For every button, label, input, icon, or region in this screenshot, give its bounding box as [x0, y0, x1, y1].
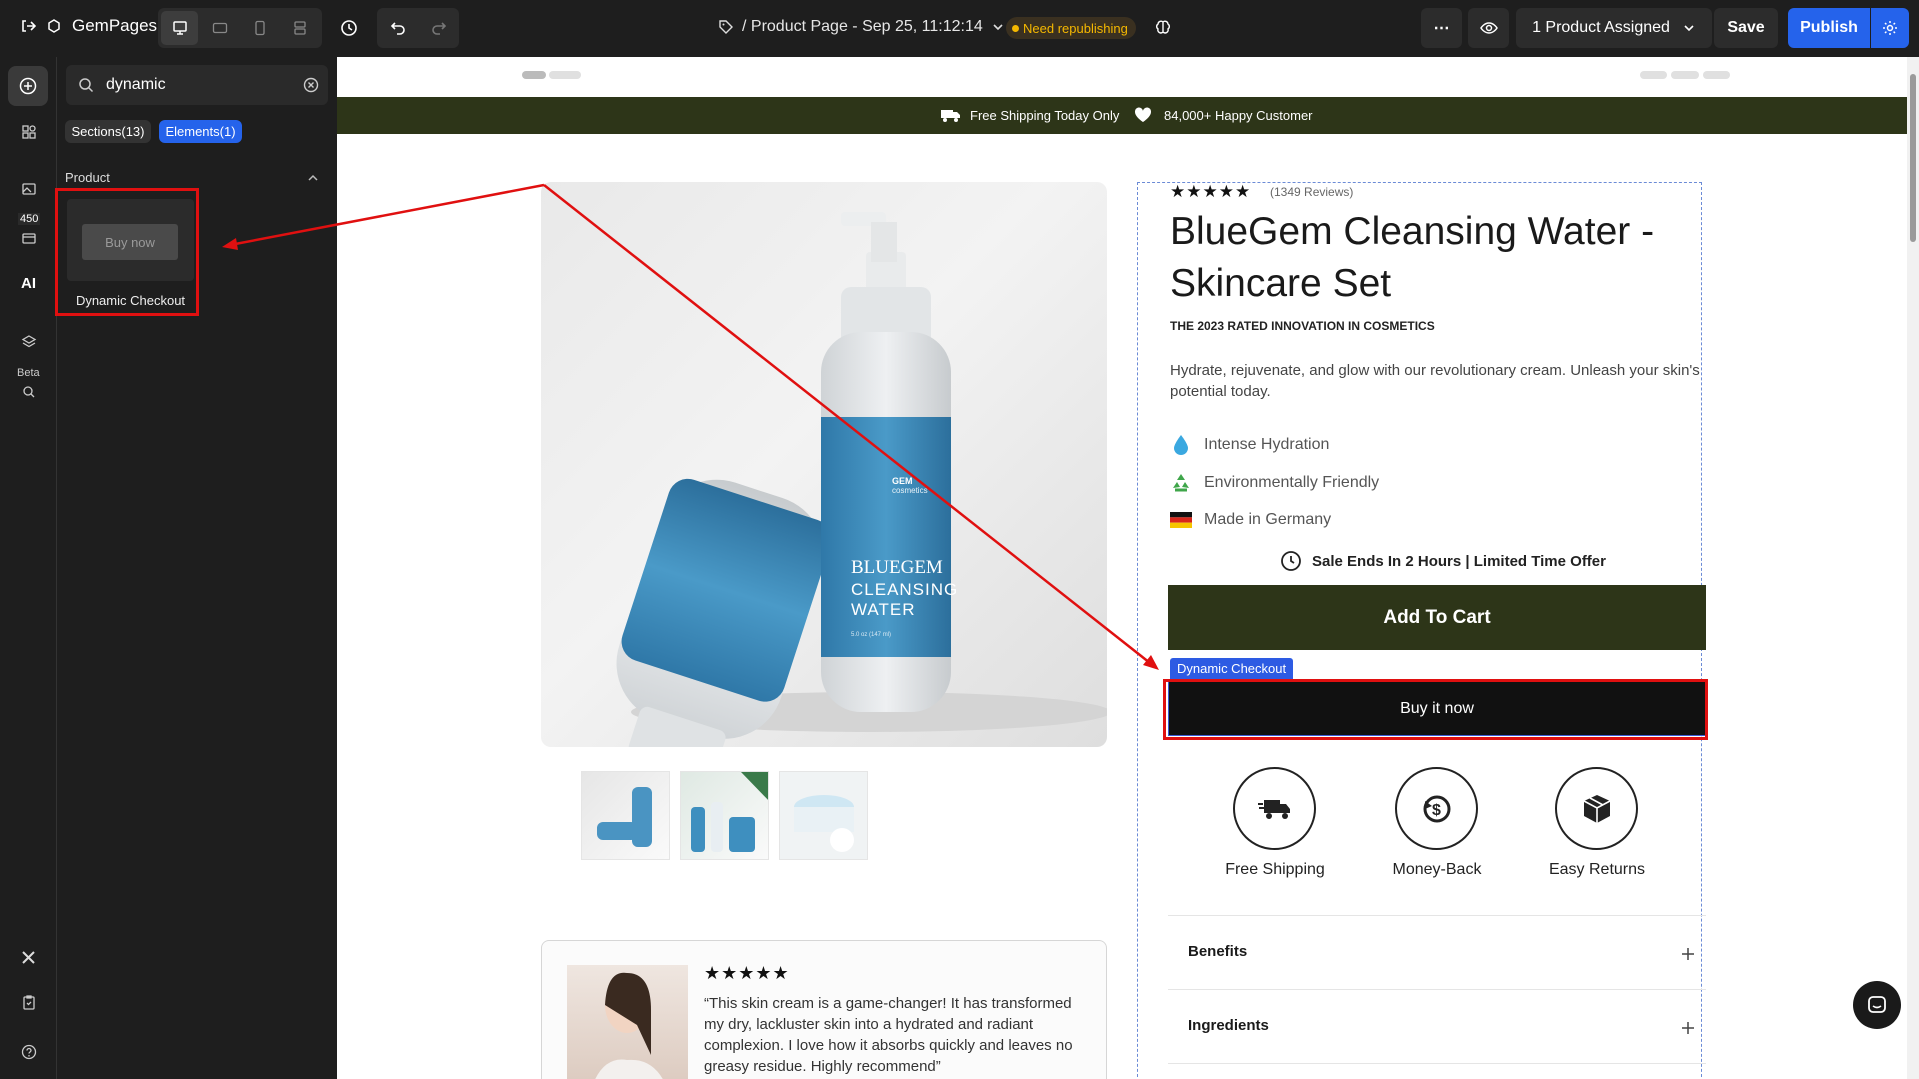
arrowhead-right: [1143, 655, 1159, 670]
arrow-to-buy-now: [543, 184, 1151, 664]
arrow-to-element: [229, 183, 545, 247]
annotation-arrows: [222, 183, 1159, 670]
arrowhead-left: [222, 238, 238, 250]
